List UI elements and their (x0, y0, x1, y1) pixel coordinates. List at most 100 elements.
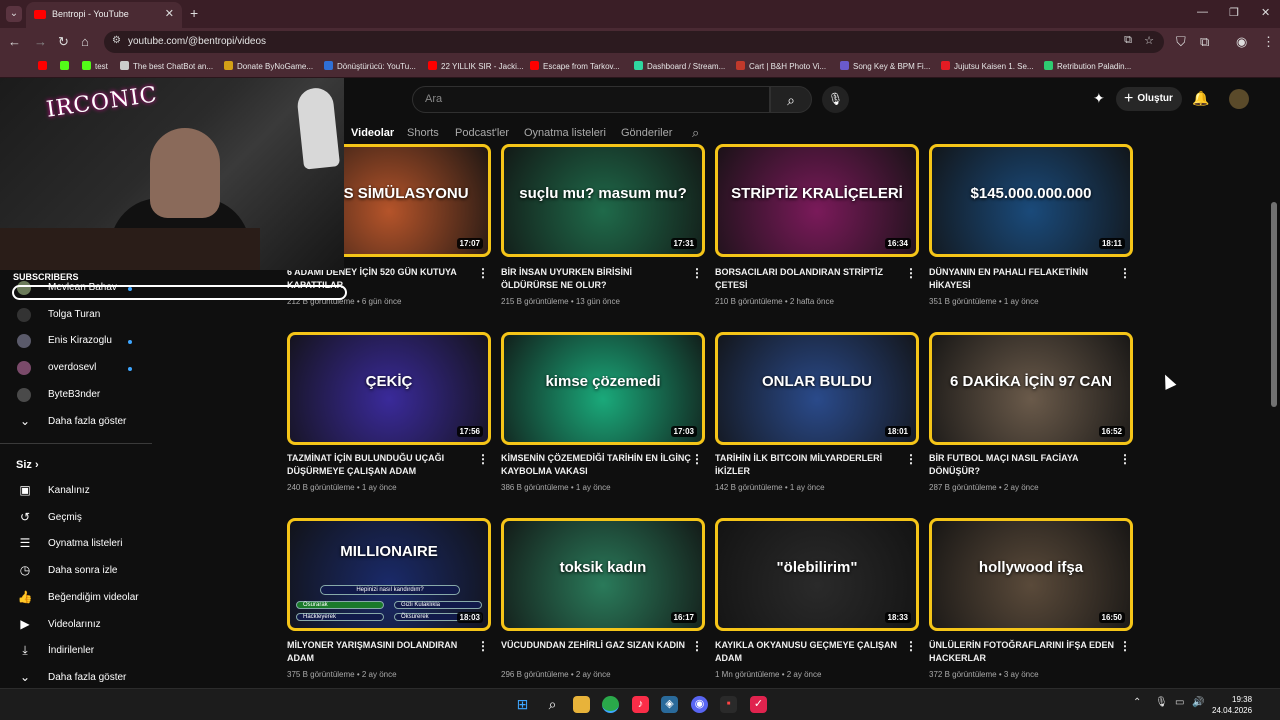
video-title[interactable]: MİLYONER YARIŞMASINI DOLANDIRAN ADAM (287, 639, 477, 665)
tab-podcasts[interactable]: Podcast'ler (455, 127, 509, 139)
you-section-heading[interactable]: Siz › (16, 459, 39, 471)
maximize-icon[interactable]: ❐ (1229, 6, 1239, 19)
video-title[interactable]: BORSACILARI DOLANDIRAN STRİPTİZ ÇETESİ (715, 266, 905, 292)
video-thumbnail[interactable]: STRİPTİZ KRALİÇELERİ 16:34 (715, 144, 919, 257)
system-clock[interactable]: 19:38 24.04.2026 (1212, 694, 1252, 716)
tray-microphone-icon[interactable]: 🎙 (1155, 697, 1168, 708)
video-menu-icon[interactable]: ⋮ (1119, 266, 1131, 280)
video-menu-icon[interactable]: ⋮ (905, 452, 917, 466)
sidebar-item[interactable]: ⌄ Daha fazla göster (0, 668, 150, 690)
video-title[interactable]: DÜNYANIN EN PAHALI FELAKETİNİN HİKAYESİ (929, 266, 1119, 292)
bookmark-item[interactable]: Dönüştürücü: YouTu... (324, 61, 416, 71)
video-thumbnail[interactable]: kimse çözemedi 17:03 (501, 332, 705, 445)
video-thumbnail[interactable]: suçlu mu? masum mu? 17:31 (501, 144, 705, 257)
minimize-icon[interactable]: — (1197, 6, 1208, 18)
tray-network-icon[interactable]: ▭ (1175, 697, 1184, 708)
start-windows-icon[interactable]: ⊞ (514, 696, 531, 713)
scrollbar-thumb[interactable] (1271, 202, 1277, 407)
voice-search-button[interactable]: 🎙 (822, 86, 849, 113)
video-menu-icon[interactable]: ⋮ (691, 266, 703, 280)
profile-avatar[interactable]: ◉ (1236, 34, 1247, 50)
taskbar-search-icon[interactable]: ⌕ (544, 696, 561, 713)
file-explorer-icon[interactable] (573, 696, 590, 713)
subscription-item[interactable]: Tolga Turan (0, 305, 150, 327)
video-menu-icon[interactable]: ⋮ (477, 639, 489, 653)
sidebar-item[interactable]: ▣ Kanalınız (0, 481, 150, 503)
video-menu-icon[interactable]: ⋮ (691, 452, 703, 466)
reload-icon[interactable]: ↻ (58, 34, 69, 50)
video-title[interactable]: BİR İNSAN UYURKEN BİRİSİNİ ÖLDÜRÜRSE NE … (501, 266, 691, 292)
notifications-bell-icon[interactable]: 🔔 (1192, 90, 1209, 107)
omnibox[interactable]: ⚙ youtube.com/@bentropi/videos ⧉ ☆ (104, 31, 1164, 53)
video-title[interactable]: KAYIKLA OKYANUSU GEÇMEYE ÇALIŞAN ADAM (715, 639, 905, 665)
home-icon[interactable]: ⌂ (81, 34, 89, 49)
video-menu-icon[interactable]: ⋮ (1119, 639, 1131, 653)
video-thumbnail[interactable]: ONLAR BULDU 18:01 (715, 332, 919, 445)
browser-menu-icon[interactable]: ⋮ (1262, 34, 1275, 50)
tab-close-icon[interactable]: ✕ (165, 7, 174, 20)
tray-volume-icon[interactable]: 🔊 (1192, 697, 1204, 708)
bookmark-item[interactable]: Song Key & BPM Fi... (840, 61, 930, 71)
bookmark-item[interactable]: test (82, 61, 108, 71)
video-thumbnail[interactable]: hollywood ifşa 16:50 (929, 518, 1133, 631)
close-window-icon[interactable]: ✕ (1261, 6, 1270, 19)
video-thumbnail[interactable]: toksik kadın 16:17 (501, 518, 705, 631)
tab-shorts[interactable]: Shorts (407, 127, 439, 139)
video-menu-icon[interactable]: ⋮ (691, 639, 703, 653)
music-app-icon[interactable]: ♪ (632, 696, 649, 713)
app-icon[interactable]: ◈ (661, 696, 678, 713)
bookmark-item[interactable]: 22 YILLIK SIR - Jacki... (428, 61, 524, 71)
video-title[interactable]: TAZMİNAT İÇİN BULUNDUĞU UÇAĞI DÜŞÜRMEYE … (287, 452, 477, 478)
bookmark-item[interactable]: Dashboard / Stream... (634, 61, 725, 71)
search-input[interactable]: Ara (412, 86, 770, 113)
bookmark-item[interactable] (60, 61, 73, 71)
video-menu-icon[interactable]: ⋮ (905, 266, 917, 280)
bookmark-item[interactable]: Cart | B&H Photo Vi... (736, 61, 826, 71)
cast-icon[interactable]: ✦ (1093, 90, 1105, 107)
video-title[interactable]: TARİHİN İLK BITCOIN MİLYARDERLERİ İKİZLE… (715, 452, 905, 478)
bookmark-item[interactable]: Donate ByNoGame... (224, 61, 313, 71)
new-tab-button[interactable]: + (190, 5, 198, 21)
bookmark-item[interactable]: Jujutsu Kaisen 1. Se... (941, 61, 1034, 71)
video-thumbnail[interactable]: "ölebilirim" 18:33 (715, 518, 919, 631)
sidebar-item[interactable]: 👍 Beğendiğim videolar (0, 588, 150, 610)
install-app-icon[interactable]: ⧉ (1124, 34, 1132, 47)
video-menu-icon[interactable]: ⋮ (477, 266, 489, 280)
video-title[interactable]: KİMSENİN ÇÖZEMEDİĞİ TARİHİN EN İLGİNÇ KA… (501, 452, 691, 478)
search-button[interactable]: ⌕ (770, 86, 812, 113)
bookmark-star-icon[interactable]: ☆ (1144, 34, 1154, 47)
channel-search-icon[interactable]: ⌕ (692, 125, 699, 141)
video-title[interactable]: BİR FUTBOL MAÇI NASIL FACİAYA DÖNÜŞÜR? (929, 452, 1119, 478)
extensions-icon[interactable]: ⧉ (1200, 34, 1209, 50)
video-menu-icon[interactable]: ⋮ (477, 452, 489, 466)
streaming-app-icon[interactable]: ■ (720, 696, 737, 713)
browser-tab[interactable]: Bentropi - YouTube ✕ (26, 2, 182, 28)
tab-search-button[interactable]: ⌄ (6, 6, 22, 22)
bookmark-item[interactable]: Retribution Paladin... (1044, 61, 1131, 71)
sidebar-item[interactable]: ◷ Daha sonra izle (0, 561, 150, 583)
video-thumbnail[interactable]: ÇEKİÇ 17:56 (287, 332, 491, 445)
app-icon-red[interactable]: ✓ (750, 696, 767, 713)
video-menu-icon[interactable]: ⋮ (1119, 452, 1131, 466)
video-title[interactable]: VÜCUDUNDAN ZEHİRLİ GAZ SIZAN KADIN (501, 639, 691, 652)
bookmark-item[interactable]: The best ChatBot an... (120, 61, 213, 71)
tab-posts[interactable]: Gönderiler (621, 127, 672, 139)
subscription-item[interactable]: Enis Kirazoglu (0, 331, 150, 353)
subscription-item[interactable]: overdosevl (0, 358, 150, 380)
extension-shield-icon[interactable]: ⛉ (1176, 34, 1186, 50)
video-title[interactable]: ÜNLÜLERİN FOTOĞRAFLARINI İFŞA EDEN HACKE… (929, 639, 1119, 665)
chrome-icon[interactable] (602, 696, 619, 713)
back-icon[interactable]: ← (8, 34, 21, 49)
video-thumbnail[interactable]: $145.000.000.000 18:11 (929, 144, 1133, 257)
tab-videos[interactable]: Videolar (351, 127, 394, 139)
video-thumbnail[interactable]: MILLIONAIRE Hepinizi nasıl kandırdım? Osur… (287, 518, 491, 631)
site-info-icon[interactable]: ⚙ (112, 35, 121, 46)
bookmark-item[interactable]: Escape from Tarkov... (530, 61, 620, 71)
show-more-subscriptions[interactable]: ⌄ Daha fazla göster (0, 412, 150, 434)
sidebar-item[interactable]: ⤓ İndirilenler (0, 641, 150, 663)
sidebar-item[interactable]: ▶ Videolarınız (0, 615, 150, 637)
video-menu-icon[interactable]: ⋮ (905, 639, 917, 653)
tray-chevron-icon[interactable]: ⌃ (1133, 697, 1141, 708)
account-avatar[interactable] (1229, 89, 1249, 109)
subscription-item[interactable]: ByteB3nder (0, 385, 150, 407)
